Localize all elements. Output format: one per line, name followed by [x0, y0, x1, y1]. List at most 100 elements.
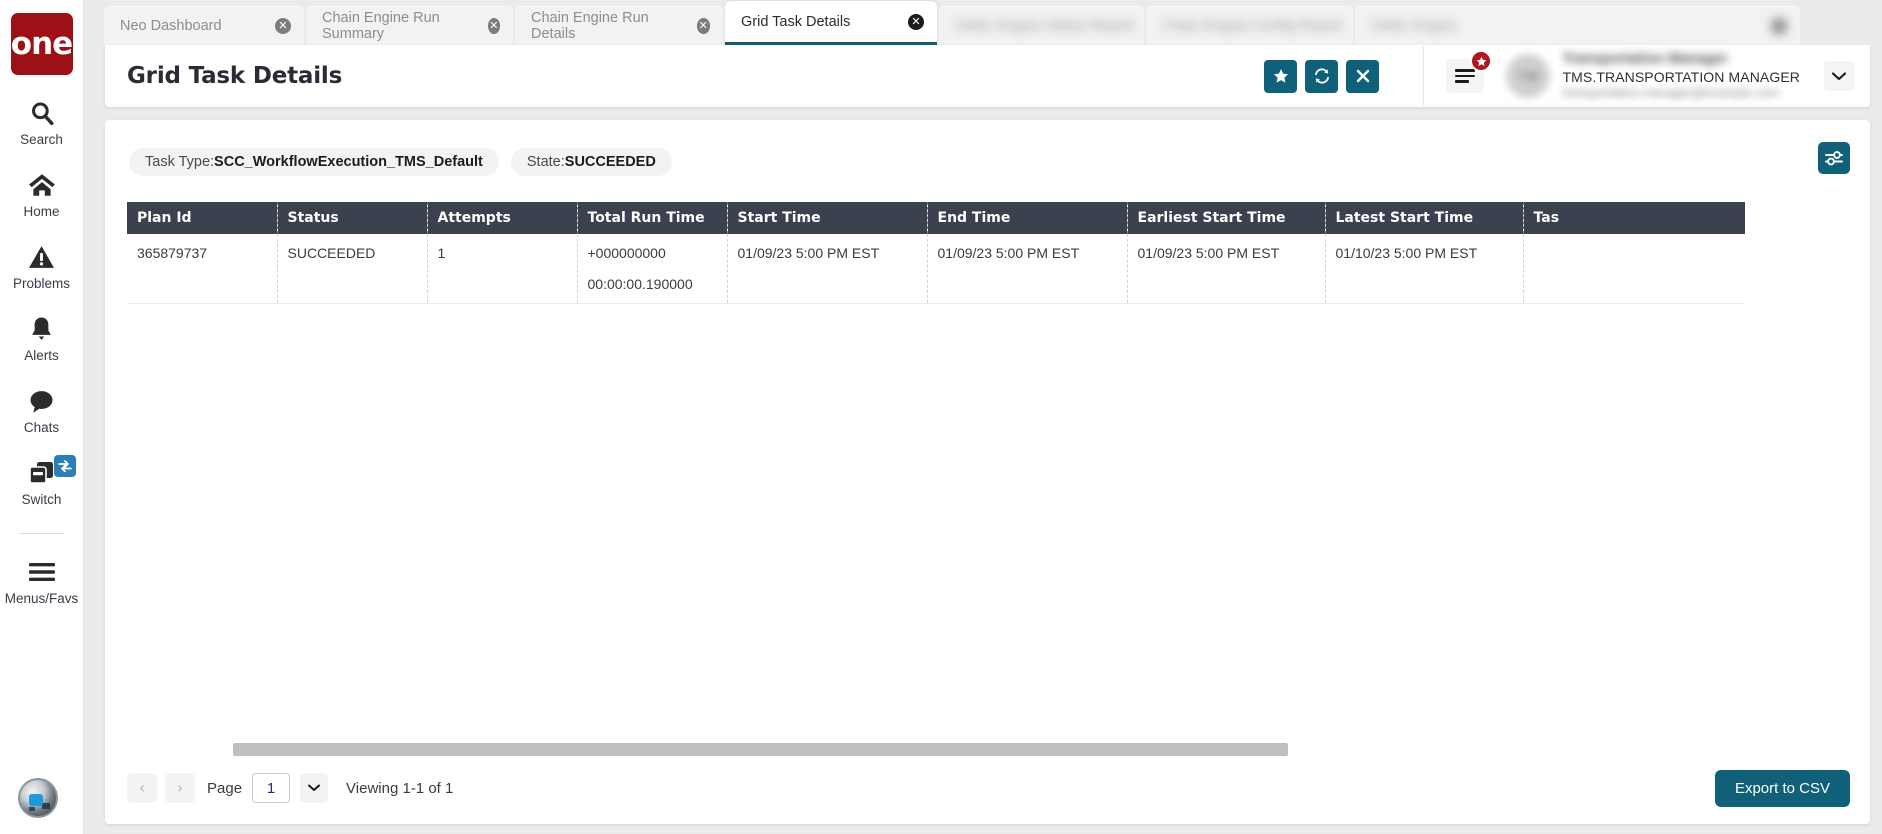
user-name: Transportation Manager [1562, 51, 1728, 68]
hamburger-icon [28, 556, 56, 588]
sidebar-item-problems[interactable]: Problems [0, 241, 84, 291]
prev-page-button[interactable]: ‹ [127, 773, 157, 803]
sidebar-item-label: Switch [21, 492, 62, 507]
horizontal-scrollbar[interactable] [233, 743, 1288, 756]
cell-status: SUCCEEDED [277, 234, 428, 304]
sidebar-item-label: Problems [12, 276, 71, 291]
state-value: SUCCEEDED [564, 154, 656, 170]
state-chip: State:SUCCEEDED [510, 148, 672, 176]
column-header-latest-start-time[interactable]: Latest Start Time [1325, 202, 1524, 234]
cell-total-run-time: +000000000 00:00:00.190000 [577, 234, 728, 304]
avatar[interactable]: TM [1506, 54, 1551, 98]
page-size-chevron-down-icon[interactable] [300, 773, 329, 803]
user-menu-chevron-down-icon[interactable] [1824, 61, 1854, 91]
chat-bubble-icon [28, 385, 55, 417]
content-panel: Task Type:SCC_WorkflowExecution_TMS_Defa… [105, 120, 1870, 824]
swap-arrows-icon[interactable] [53, 455, 76, 477]
left-sidebar: one Search Home Problems Alerts Chats Sw… [0, 0, 84, 834]
sidebar-item-alerts[interactable]: Alerts [0, 313, 84, 363]
total-run-time-line2: 00:00:00.190000 [587, 276, 693, 292]
next-page-button[interactable]: › [165, 773, 195, 803]
page-label: Page [207, 779, 243, 797]
tab-blurred-2[interactable]: Chain Engine Config Report ✕ [1146, 6, 1378, 45]
page-header: Grid Task Details TM Transportation Mana… [105, 45, 1870, 107]
cell-end-time: 01/09/23 5:00 PM EST [927, 234, 1128, 304]
column-header-plan-id[interactable]: Plan Id [127, 202, 278, 234]
app-logo[interactable]: one [10, 13, 73, 75]
column-header-attempts[interactable]: Attempts [427, 202, 578, 234]
sidebar-item-label: Menus/Favs [4, 591, 79, 606]
grid-footer: ‹ › Page Viewing 1-1 of 1 Export to CSV [127, 766, 1850, 810]
column-header-status[interactable]: Status [277, 202, 428, 234]
column-header-total-run-time[interactable]: Total Run Time [577, 202, 728, 234]
close-circle-icon[interactable]: ✕ [487, 17, 500, 34]
sidebar-item-label: Search [20, 132, 63, 147]
tab-label: Chain Engine Run Summary [322, 9, 440, 42]
tab-blurred-3[interactable]: Order Engine ✕ [1355, 6, 1800, 45]
sidebar-item-menus-favs[interactable]: Menus/Favs [0, 556, 84, 606]
close-circle-icon[interactable]: ✕ [275, 17, 291, 34]
export-to-csv-button[interactable]: Export to CSV [1714, 769, 1850, 807]
user-role: TMS.TRANSPORTATION MANAGER [1562, 68, 1800, 85]
home-icon [28, 169, 56, 201]
cell-attempts: 1 [427, 234, 578, 304]
tab-neo-dashboard[interactable]: Neo Dashboard ✕ [104, 6, 304, 45]
tab-grid-task-details[interactable]: Grid Task Details ✕ [725, 1, 937, 45]
cell-earliest-start-time: 01/09/23 5:00 PM EST [1127, 234, 1326, 304]
tab-bar: Neo Dashboard ✕ Chain Engine Run Summary… [84, 0, 1882, 45]
sidebar-item-home[interactable]: Home [0, 169, 84, 219]
header-divider [1423, 46, 1425, 106]
tab-label: Grid Task Details [741, 13, 851, 30]
sidebar-divider [18, 533, 65, 534]
cell-task [1523, 234, 1745, 304]
viewing-count: Viewing 1-1 of 1 [346, 779, 454, 797]
close-button[interactable] [1346, 59, 1380, 93]
close-circle-icon[interactable]: ✕ [696, 17, 710, 34]
tab-chain-engine-run-details[interactable]: Chain Engine Run Details ✕ [515, 6, 723, 45]
data-grid: Plan Id Status Attempts Total Run Time S… [127, 202, 1870, 734]
tab-label: Chain Engine Config Report [1162, 17, 1343, 34]
user-info: Transportation Manager TMS.TRANSPORTATIO… [1562, 50, 1800, 101]
total-run-time-line1: +000000000 [587, 245, 666, 261]
sidebar-item-label: Alerts [24, 348, 59, 363]
bell-icon [29, 313, 54, 345]
header-actions: TM Transportation Manager TMS.TRANSPORTA… [1256, 46, 1870, 106]
cell-latest-start-time: 01/10/23 5:00 PM EST [1325, 234, 1524, 304]
tab-label: Order Engine Status Report [955, 17, 1134, 34]
column-header-task[interactable]: Tas [1523, 202, 1745, 234]
column-header-end-time[interactable]: End Time [927, 202, 1128, 234]
hamburger-menu-icon[interactable] [1446, 50, 1493, 93]
warning-triangle-icon [28, 241, 55, 273]
task-type-chip: Task Type:SCC_WorkflowExecution_TMS_Defa… [129, 148, 499, 176]
sidebar-item-chats[interactable]: Chats [0, 385, 84, 435]
sidebar-item-search[interactable]: Search [0, 97, 84, 147]
close-circle-icon[interactable]: ✕ [908, 13, 924, 30]
state-label: State: [526, 154, 565, 170]
task-table: Plan Id Status Attempts Total Run Time S… [127, 202, 1745, 304]
task-type-label: Task Type: [145, 154, 215, 170]
tab-chain-engine-run-summary[interactable]: Chain Engine Run Summary ✕ [306, 6, 513, 45]
page-title: Grid Task Details [127, 63, 343, 89]
globe-icon[interactable] [18, 778, 58, 818]
switch-windows-icon [28, 457, 56, 489]
close-circle-icon[interactable]: ✕ [1771, 17, 1787, 34]
refresh-button[interactable] [1305, 59, 1339, 93]
column-header-start-time[interactable]: Start Time [727, 202, 928, 234]
page-input[interactable] [252, 773, 291, 803]
tab-label: Order Engine [1371, 17, 1458, 34]
table-header-row: Plan Id Status Attempts Total Run Time S… [127, 202, 1745, 234]
sidebar-item-label: Home [23, 204, 60, 219]
column-header-earliest-start-time[interactable]: Earliest Start Time [1127, 202, 1326, 234]
sliders-icon[interactable] [1818, 142, 1850, 174]
star-badge-icon [1470, 50, 1493, 72]
cell-start-time: 01/09/23 5:00 PM EST [727, 234, 928, 304]
favorite-button[interactable] [1264, 59, 1298, 93]
sidebar-item-switch[interactable]: Switch [0, 455, 84, 507]
sidebar-item-label: Chats [23, 420, 60, 435]
task-type-value: SCC_WorkflowExecution_TMS_Default [214, 154, 483, 170]
tab-blurred-1[interactable]: Order Engine Status Report ✕ [939, 6, 1170, 45]
table-row[interactable]: 365879737 SUCCEEDED 1 +000000000 00:00:0… [127, 234, 1745, 304]
user-email: transportation.manager@example.com [1562, 86, 1779, 100]
search-icon [29, 97, 55, 129]
summary-chips: Task Type:SCC_WorkflowExecution_TMS_Defa… [129, 148, 684, 176]
